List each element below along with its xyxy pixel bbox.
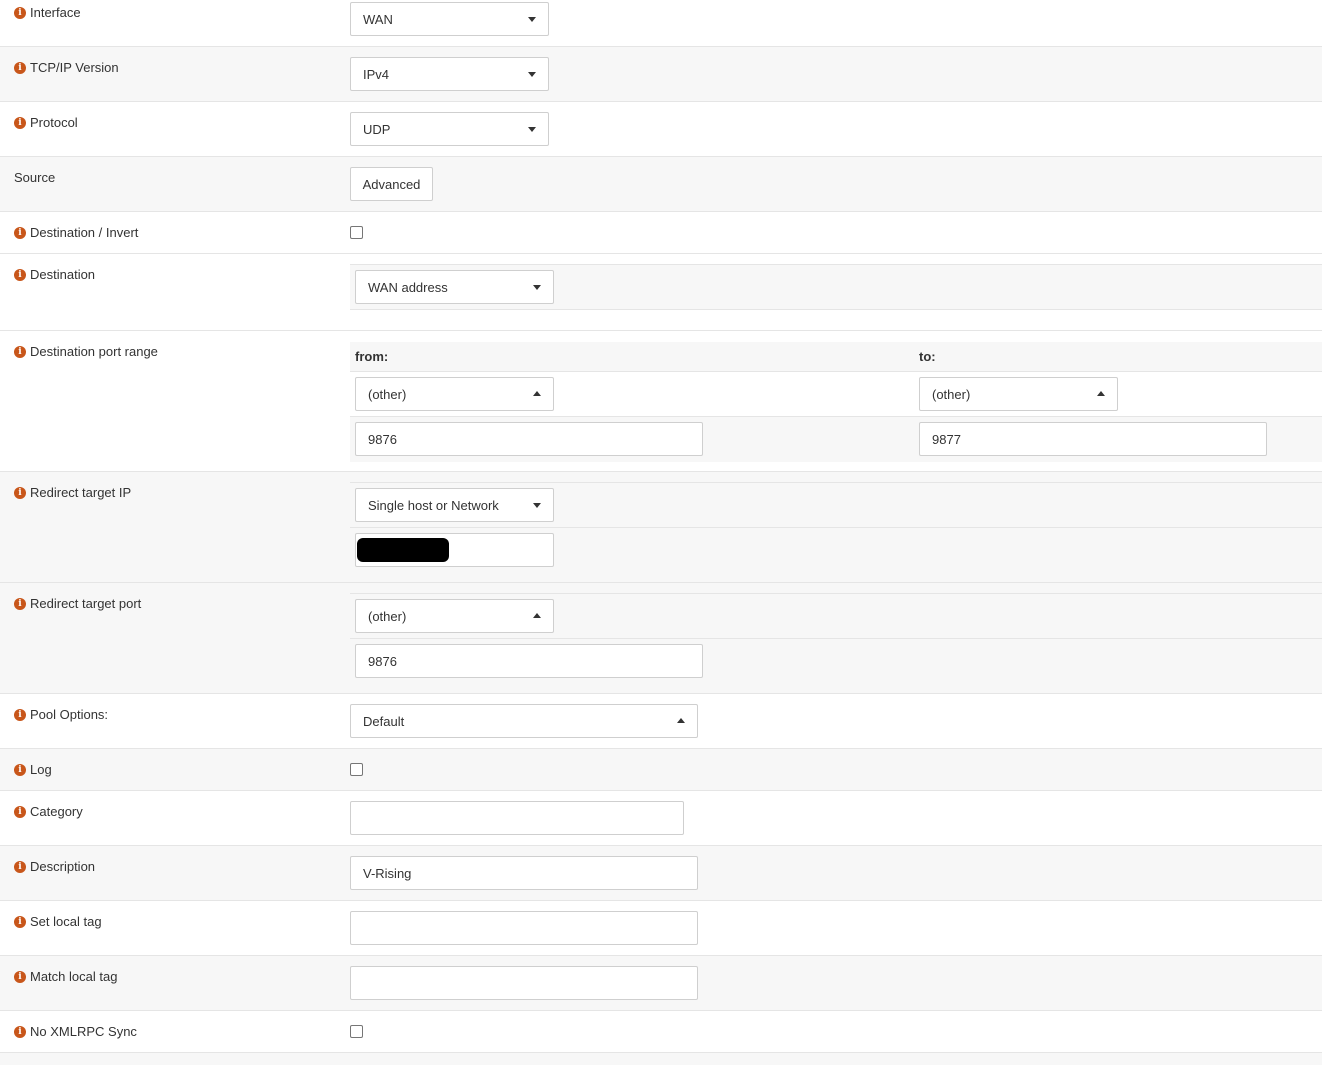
caret-up-icon xyxy=(533,613,541,618)
row-match-local-tag: i Match local tag xyxy=(0,956,1322,1011)
category-input[interactable] xyxy=(350,801,684,835)
caret-down-icon xyxy=(528,127,536,132)
row-destination: i Destination WAN address xyxy=(0,254,1322,331)
row-tcpip-version: i TCP/IP Version IPv4 xyxy=(0,47,1322,102)
info-icon[interactable]: i xyxy=(14,1025,26,1038)
port-range-to-input[interactable]: 9877 xyxy=(919,422,1267,456)
label-redirect-target-ip: i Redirect target IP xyxy=(14,485,131,500)
footer-strip xyxy=(0,1053,1322,1065)
redacted-ip-mark xyxy=(357,538,449,562)
label-destination-invert: i Destination / Invert xyxy=(14,225,138,240)
protocol-select[interactable]: UDP xyxy=(350,112,549,146)
label-interface: i Interface xyxy=(14,5,81,20)
row-set-local-tag: i Set local tag xyxy=(0,901,1322,956)
info-icon[interactable]: i xyxy=(14,116,26,129)
label-set-local-tag: i Set local tag xyxy=(14,914,102,929)
row-interface: i Interface WAN xyxy=(0,0,1322,47)
destination-invert-checkbox[interactable] xyxy=(350,226,363,239)
row-no-xmlrpc-sync: i No XMLRPC Sync xyxy=(0,1011,1322,1053)
label-source: Source xyxy=(14,170,56,185)
port-range-from-label: from: xyxy=(355,349,389,364)
info-icon[interactable]: i xyxy=(14,860,26,873)
caret-up-icon xyxy=(533,391,541,396)
port-range-to-label: to: xyxy=(919,349,936,364)
info-icon[interactable]: i xyxy=(14,61,26,74)
row-category: i Category xyxy=(0,791,1322,846)
caret-up-icon xyxy=(1097,391,1105,396)
port-range-to-select[interactable]: (other) xyxy=(919,377,1118,411)
label-destination: i Destination xyxy=(14,267,95,282)
label-pool-options: i Pool Options: xyxy=(14,707,108,722)
row-protocol: i Protocol UDP xyxy=(0,102,1322,157)
caret-down-icon xyxy=(533,285,541,290)
destination-select[interactable]: WAN address xyxy=(355,270,554,304)
port-range-from-select[interactable]: (other) xyxy=(355,377,554,411)
info-icon[interactable]: i xyxy=(14,970,26,983)
info-icon[interactable]: i xyxy=(14,486,26,499)
caret-up-icon xyxy=(677,718,685,723)
row-description: i Description V-Rising xyxy=(0,846,1322,901)
no-xmlrpc-sync-checkbox[interactable] xyxy=(350,1025,363,1038)
label-description: i Description xyxy=(14,859,95,874)
row-destination-port-range: i Destination port range from: to: (othe… xyxy=(0,331,1322,472)
set-local-tag-input[interactable] xyxy=(350,911,698,945)
caret-down-icon xyxy=(528,72,536,77)
label-match-local-tag: i Match local tag xyxy=(14,969,117,984)
info-icon[interactable]: i xyxy=(14,915,26,928)
redirect-target-ip-select[interactable]: Single host or Network xyxy=(355,488,554,522)
port-range-from-input[interactable]: 9876 xyxy=(355,422,703,456)
label-category: i Category xyxy=(14,804,83,819)
info-icon[interactable]: i xyxy=(14,226,26,239)
row-log: i Log xyxy=(0,749,1322,791)
row-source: Source Advanced xyxy=(0,157,1322,212)
info-icon[interactable]: i xyxy=(14,6,26,19)
log-checkbox[interactable] xyxy=(350,763,363,776)
label-redirect-target-port: i Redirect target port xyxy=(14,596,141,611)
info-icon[interactable]: i xyxy=(14,345,26,358)
info-icon[interactable]: i xyxy=(14,597,26,610)
caret-down-icon xyxy=(528,17,536,22)
info-icon[interactable]: i xyxy=(14,763,26,776)
pool-options-select[interactable]: Default xyxy=(350,704,698,738)
match-local-tag-input[interactable] xyxy=(350,966,698,1000)
source-advanced-button[interactable]: Advanced xyxy=(350,167,433,201)
row-pool-options: i Pool Options: Default xyxy=(0,694,1322,749)
label-protocol: i Protocol xyxy=(14,115,78,130)
redirect-target-port-select[interactable]: (other) xyxy=(355,599,554,633)
interface-select[interactable]: WAN xyxy=(350,2,549,36)
info-icon[interactable]: i xyxy=(14,268,26,281)
row-redirect-target-port: i Redirect target port (other) 9876 xyxy=(0,583,1322,694)
caret-down-icon xyxy=(533,503,541,508)
row-redirect-target-ip: i Redirect target IP Single host or Netw… xyxy=(0,472,1322,583)
info-icon[interactable]: i xyxy=(14,805,26,818)
row-destination-invert: i Destination / Invert xyxy=(0,212,1322,254)
tcpip-version-select[interactable]: IPv4 xyxy=(350,57,549,91)
label-log: i Log xyxy=(14,762,52,777)
redirect-target-port-input[interactable]: 9876 xyxy=(355,644,703,678)
info-icon[interactable]: i xyxy=(14,708,26,721)
label-no-xmlrpc-sync: i No XMLRPC Sync xyxy=(14,1024,137,1039)
label-tcpip-version: i TCP/IP Version xyxy=(14,60,119,75)
description-input[interactable]: V-Rising xyxy=(350,856,698,890)
label-destination-port-range: i Destination port range xyxy=(14,344,158,359)
